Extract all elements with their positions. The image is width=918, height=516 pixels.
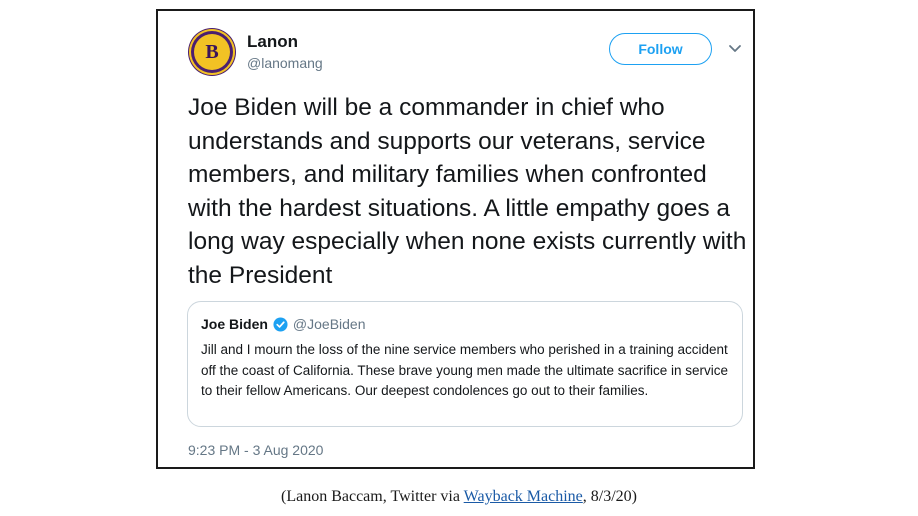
wayback-machine-link[interactable]: Wayback Machine xyxy=(464,488,583,505)
quoted-author-handle: @JoeBiden xyxy=(292,316,366,332)
avatar[interactable]: B xyxy=(188,28,236,76)
quoted-tweet[interactable]: Joe Biden @JoeBiden Jill and I mourn the… xyxy=(187,301,743,427)
quoted-author-name: Joe Biden xyxy=(201,316,268,332)
verified-badge-icon xyxy=(273,316,288,332)
author-handle[interactable]: @lanomang xyxy=(247,55,323,71)
tweet-timestamp[interactable]: 9:23 PM - 3 Aug 2020 xyxy=(188,442,323,458)
quoted-tweet-text: Jill and I mourn the loss of the nine se… xyxy=(201,342,729,398)
caption-suffix: , 8/3/20) xyxy=(582,488,637,505)
caption-prefix: (Lanon Baccam, Twitter via xyxy=(281,488,464,505)
image-caption: (Lanon Baccam, Twitter via Wayback Machi… xyxy=(0,488,918,506)
chevron-down-icon[interactable] xyxy=(728,42,742,56)
quoted-tweet-header: Joe Biden @JoeBiden xyxy=(201,316,366,332)
avatar-logo: B xyxy=(194,34,230,70)
author-display-name[interactable]: Lanon xyxy=(247,32,298,52)
tweet-screenshot-frame: B Lanon @lanomang Follow Joe Biden will … xyxy=(156,9,755,469)
follow-button[interactable]: Follow xyxy=(609,33,712,65)
tweet-text: Joe Biden will be a commander in chief w… xyxy=(188,94,747,289)
